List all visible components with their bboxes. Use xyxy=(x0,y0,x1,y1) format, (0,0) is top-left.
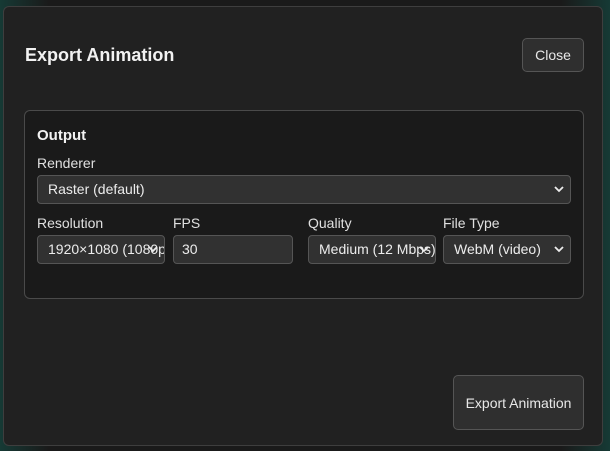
renderer-select[interactable]: Raster (default) xyxy=(37,175,571,204)
output-panel: Output Renderer Raster (default) Resolut… xyxy=(24,110,584,299)
resolution-label: Resolution xyxy=(37,215,104,231)
chevron-down-icon xyxy=(148,246,158,253)
chevron-down-icon xyxy=(554,246,564,253)
export-animation-dialog: Export Animation Close Output Renderer R… xyxy=(3,6,603,446)
close-button[interactable]: Close xyxy=(522,38,584,72)
quality-label: Quality xyxy=(308,215,352,231)
renderer-label: Renderer xyxy=(37,155,96,171)
chevron-down-icon xyxy=(554,186,564,193)
quality-select[interactable]: Medium (12 Mbps) xyxy=(308,235,436,264)
output-section-title: Output xyxy=(37,127,87,144)
file-type-label: File Type xyxy=(443,215,500,231)
chevron-down-icon xyxy=(419,246,429,253)
resolution-select[interactable]: 1920×1080 (1080p) xyxy=(37,235,165,264)
fps-label: FPS xyxy=(173,215,201,231)
dialog-title: Export Animation xyxy=(25,45,175,65)
renderer-value: Raster (default) xyxy=(48,181,145,197)
fps-value: 30 xyxy=(182,241,198,257)
fps-input[interactable]: 30 xyxy=(173,235,293,264)
export-animation-button[interactable]: Export Animation xyxy=(453,375,584,430)
file-type-select[interactable]: WebM (video) xyxy=(443,235,571,264)
file-type-value: WebM (video) xyxy=(454,241,541,257)
